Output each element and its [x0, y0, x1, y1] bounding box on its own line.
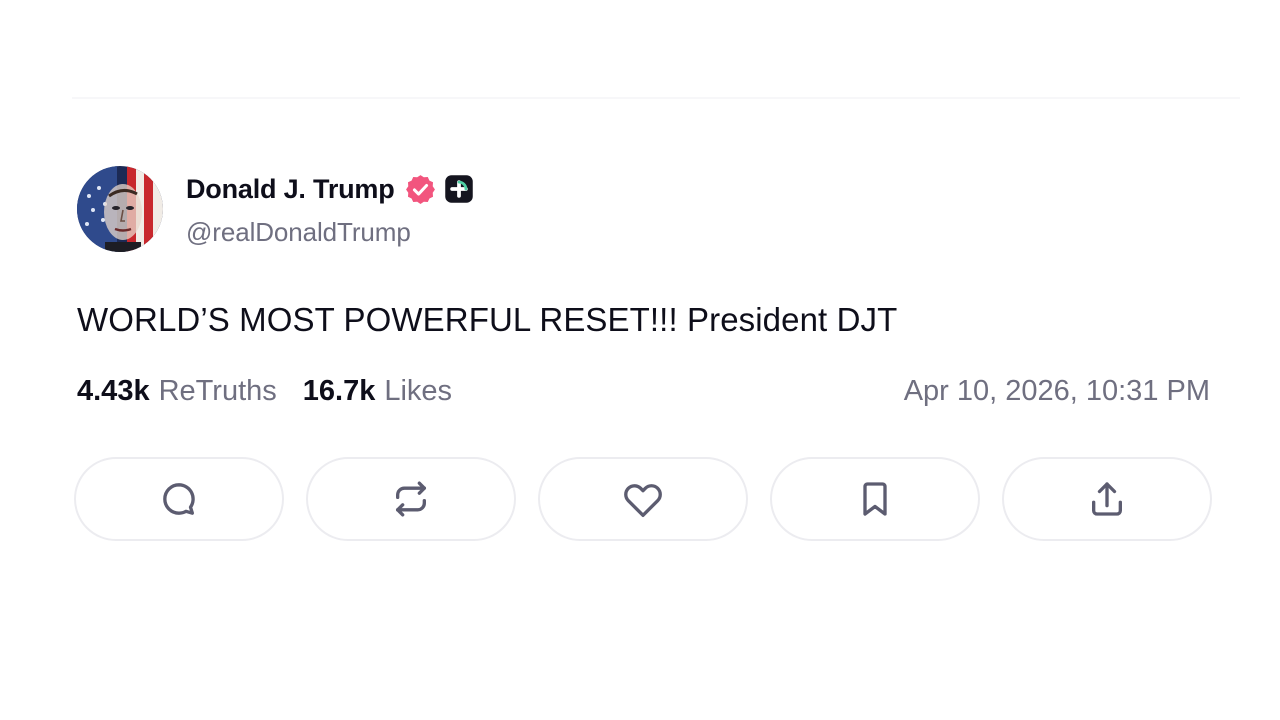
- bookmark-button[interactable]: [770, 457, 980, 541]
- action-bar: [74, 457, 1212, 541]
- comment-icon: [163, 483, 195, 515]
- post-header: Donald J. Trump @realDonaldTrump: [77, 166, 1215, 252]
- author-identity: Donald J. Trump @realDonaldTrump: [186, 166, 474, 252]
- post-content: WORLD’S MOST POWERFUL RESET!!! President…: [77, 301, 898, 338]
- plus-badge-icon: [444, 174, 474, 204]
- retruths-stat[interactable]: 4.43k ReTruths: [77, 375, 277, 408]
- author-handle[interactable]: @realDonaldTrump: [186, 217, 474, 248]
- bookmark-icon: [863, 482, 887, 516]
- post-stats: 4.43k ReTruths 16.7k Likes Apr 10, 2026,…: [77, 371, 1215, 411]
- reply-button[interactable]: [74, 457, 284, 541]
- heart-icon: [624, 484, 662, 517]
- likes-stat[interactable]: 16.7k Likes: [303, 375, 452, 408]
- post-timestamp[interactable]: Apr 10, 2026, 10:31 PM: [904, 375, 1210, 408]
- share-button[interactable]: [1002, 457, 1212, 541]
- likes-label: Likes: [384, 374, 453, 407]
- avatar-image: [77, 166, 163, 252]
- retruths-count: 4.43k: [77, 374, 150, 407]
- verified-check-icon: [404, 173, 437, 206]
- top-divider: [72, 97, 1240, 99]
- post-card: Donald J. Trump @realDonaldTrump WORLD’S…: [77, 166, 1215, 411]
- share-icon: [1092, 482, 1122, 516]
- avatar[interactable]: [77, 166, 163, 252]
- repost-icon: [396, 481, 426, 517]
- display-name[interactable]: Donald J. Trump: [186, 174, 395, 205]
- name-row: Donald J. Trump: [186, 170, 474, 208]
- retruth-button[interactable]: [306, 457, 516, 541]
- retruths-label: ReTruths: [158, 374, 277, 407]
- like-button[interactable]: [538, 457, 748, 541]
- likes-count: 16.7k: [302, 374, 376, 407]
